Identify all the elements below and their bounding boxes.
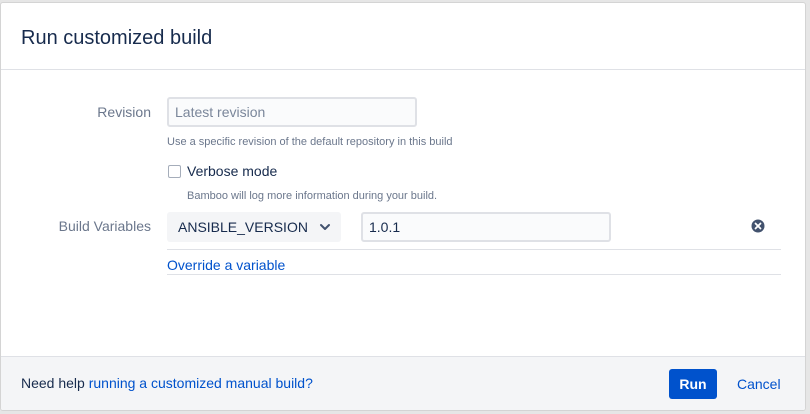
variable-select[interactable]: ANSIBLE_VERSION: [167, 212, 341, 242]
chevron-down-icon: [320, 224, 330, 230]
variable-value-input[interactable]: [361, 212, 611, 242]
help-link[interactable]: running a customized manual build?: [89, 375, 313, 391]
revision-input[interactable]: [167, 97, 417, 127]
verbose-label[interactable]: Verbose mode: [187, 163, 277, 179]
dialog-footer: Need help running a customized manual bu…: [1, 356, 805, 410]
footer-help-prefix: Need help: [21, 375, 89, 391]
cancel-button[interactable]: Cancel: [729, 369, 789, 399]
dialog-title: Run customized build: [21, 27, 213, 49]
remove-circle-icon[interactable]: [751, 219, 765, 233]
footer-help: Need help running a customized manual bu…: [21, 375, 313, 391]
verbose-help: Bamboo will log more information during …: [187, 190, 438, 202]
revision-help: Use a specific revision of the default r…: [167, 136, 453, 148]
run-build-dialog: Run customized build Revision Use a spec…: [0, 2, 806, 411]
build-variables-label: Build Variables: [58, 218, 151, 234]
revision-label: Revision: [97, 104, 151, 120]
dialog-header: Run customized build: [1, 3, 805, 70]
variables-divider-bottom: [167, 274, 781, 275]
override-variable-link[interactable]: Override a variable: [167, 257, 285, 273]
variables-divider-top: [167, 249, 781, 250]
run-button[interactable]: Run: [669, 369, 717, 399]
verbose-checkbox[interactable]: [168, 165, 181, 178]
variable-select-value: ANSIBLE_VERSION: [178, 219, 308, 235]
